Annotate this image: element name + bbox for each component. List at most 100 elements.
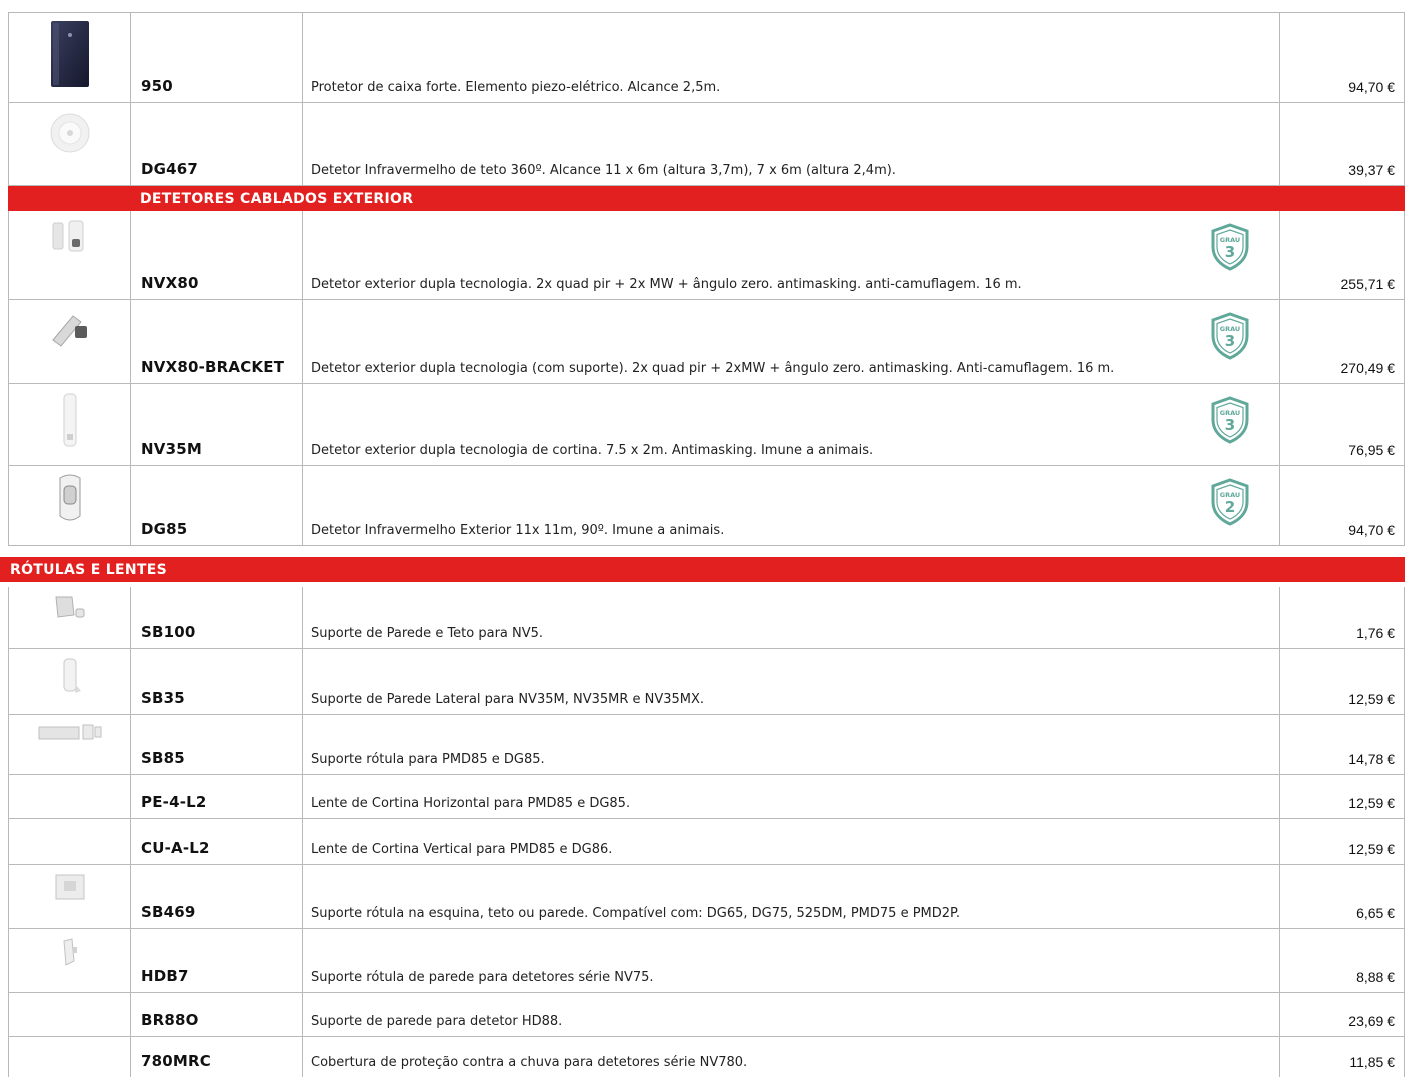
ceiling-detector-image: [50, 113, 89, 153]
product-description: Suporte de parede para detetor HD88.: [311, 1014, 563, 1029]
product-image-cell: [8, 211, 131, 299]
product-description: Suporte de Parede e Teto para NV5.: [311, 626, 544, 641]
table-row: SB85 Suporte rótula para PMD85 e DG85. 1…: [8, 715, 1405, 775]
bracket-detector-image: [51, 315, 87, 347]
grade-badge: GRAU 3: [1209, 396, 1251, 444]
side-wall-bracket-image: [63, 658, 81, 693]
product-description: Suporte rótula na esquina, teto ou pared…: [311, 906, 960, 921]
product-price: 12,59 €: [1348, 691, 1395, 707]
product-description: Lente de Cortina Vertical para PMD85 e D…: [311, 842, 613, 857]
product-price: 6,65 €: [1356, 905, 1395, 921]
product-image-cell: [8, 466, 131, 545]
product-code: HDB7: [141, 967, 189, 985]
table-row: 950 Protetor de caixa forte. Elemento pi…: [8, 12, 1405, 103]
product-image-cell: [8, 715, 131, 774]
product-description: Cobertura de proteção contra a chuva par…: [311, 1055, 748, 1070]
shield-icon: GRAU 2: [1211, 478, 1249, 526]
dark-box-sensor-image: [50, 21, 89, 87]
corner-bracket-image: [55, 874, 84, 900]
section-title: RÓTULAS E LENTES: [10, 561, 167, 578]
product-price: 11,85 €: [1349, 1054, 1395, 1070]
outdoor-pir-detector-image: [59, 474, 80, 521]
shield-icon: GRAU 3: [1211, 312, 1249, 360]
product-description: Suporte rótula de parede para detetores …: [311, 970, 654, 985]
table-row: NVX80 Detetor exterior dupla tecnologia.…: [8, 211, 1405, 300]
product-price: 23,69 €: [1348, 1013, 1395, 1029]
table-row: 780MRC Cobertura de proteção contra a ch…: [8, 1037, 1405, 1077]
section-header-brackets: RÓTULAS E LENTES: [0, 557, 1405, 582]
badge-grade: 3: [1225, 243, 1235, 261]
product-code: BR88O: [141, 1011, 199, 1029]
product-description: Suporte rótula para PMD85 e DG85.: [311, 752, 545, 767]
product-price: 94,70 €: [1348, 522, 1395, 538]
product-image-cell: [8, 300, 131, 383]
product-code: 950: [141, 77, 173, 95]
product-price: 94,70 €: [1348, 79, 1395, 95]
product-image-cell: [8, 1037, 131, 1077]
wall-bracket-image: [54, 596, 84, 618]
product-image-cell: [8, 13, 131, 102]
product-code: NV35M: [141, 440, 202, 458]
product-description: Detetor Infravermelho de teto 360º. Alca…: [311, 163, 896, 178]
product-code: DG467: [141, 160, 199, 178]
table-row: DG467 Detetor Infravermelho de teto 360º…: [8, 103, 1405, 186]
product-code: SB35: [141, 689, 185, 707]
table-row: PE-4-L2 Lente de Cortina Horizontal para…: [8, 775, 1405, 819]
product-price: 8,88 €: [1356, 969, 1395, 985]
swivel-bracket-image: [38, 724, 101, 740]
product-price: 14,78 €: [1348, 751, 1395, 767]
product-code: DG85: [141, 520, 188, 538]
table-row: SB100 Suporte de Parede e Teto para NV5.…: [8, 587, 1405, 649]
product-description: Protetor de caixa forte. Elemento piezo-…: [311, 80, 721, 95]
product-code: SB100: [141, 623, 196, 641]
shield-icon: GRAU 3: [1211, 396, 1249, 444]
product-code: CU-A-L2: [141, 839, 210, 857]
curtain-detector-image: [63, 393, 76, 447]
product-description: Detetor exterior dupla tecnologia de cor…: [311, 443, 874, 458]
product-code: SB469: [141, 903, 196, 921]
product-image-cell: [8, 929, 131, 992]
product-price: 270,49 €: [1340, 360, 1396, 376]
product-image-cell: [8, 384, 131, 465]
product-image-cell: [8, 993, 131, 1036]
wall-swivel-image: [62, 938, 77, 966]
badge-grade: 3: [1225, 416, 1235, 434]
shield-icon: GRAU 3: [1211, 223, 1249, 271]
product-image-cell: [8, 865, 131, 928]
product-description: Detetor exterior dupla tecnologia. 2x qu…: [311, 277, 1022, 292]
table-row: NV35M Detetor exterior dupla tecnologia …: [8, 384, 1405, 466]
product-code: 780MRC: [141, 1052, 211, 1070]
product-image-cell: [8, 775, 131, 818]
product-image-cell: [8, 587, 131, 648]
product-price: 76,95 €: [1348, 442, 1395, 458]
table-row: DG85 Detetor Infravermelho Exterior 11x …: [8, 466, 1405, 546]
grade-badge: GRAU 3: [1209, 223, 1251, 271]
product-description: Suporte de Parede Lateral para NV35M, NV…: [311, 692, 705, 707]
product-description: Detetor Infravermelho Exterior 11x 11m, …: [311, 523, 725, 538]
table-row: NVX80-BRACKET Detetor exterior dupla tec…: [8, 300, 1405, 384]
badge-grade: 3: [1225, 332, 1235, 350]
table-row: SB469 Suporte rótula na esquina, teto ou…: [8, 865, 1405, 929]
product-price: 12,59 €: [1348, 795, 1395, 811]
product-price: 255,71 €: [1340, 276, 1396, 292]
product-code: SB85: [141, 749, 185, 767]
badge-grade: 2: [1225, 498, 1235, 516]
table-row: HDB7 Suporte rótula de parede para detet…: [8, 929, 1405, 993]
product-code: NVX80-BRACKET: [141, 358, 285, 376]
product-price: 1,76 €: [1356, 625, 1395, 641]
product-code: NVX80: [141, 274, 199, 292]
table-row: CU-A-L2 Lente de Cortina Vertical para P…: [8, 819, 1405, 865]
product-catalog-table: 950 Protetor de caixa forte. Elemento pi…: [0, 0, 1405, 1077]
product-image-cell: [8, 819, 131, 864]
grade-badge: GRAU 2: [1209, 478, 1251, 526]
outdoor-detector-image: [52, 220, 83, 252]
section-title: DETETORES CABLADOS EXTERIOR: [140, 190, 414, 207]
product-description: Detetor exterior dupla tecnologia (com s…: [311, 361, 1115, 376]
product-image-cell: [8, 649, 131, 714]
product-code: PE-4-L2: [141, 793, 207, 811]
section-header-exterior: DETETORES CABLADOS EXTERIOR: [8, 186, 1405, 211]
grade-badge: GRAU 3: [1209, 312, 1251, 360]
product-price: 39,37 €: [1348, 162, 1395, 178]
product-description: Lente de Cortina Horizontal para PMD85 e…: [311, 796, 631, 811]
product-image-cell: [8, 103, 131, 185]
